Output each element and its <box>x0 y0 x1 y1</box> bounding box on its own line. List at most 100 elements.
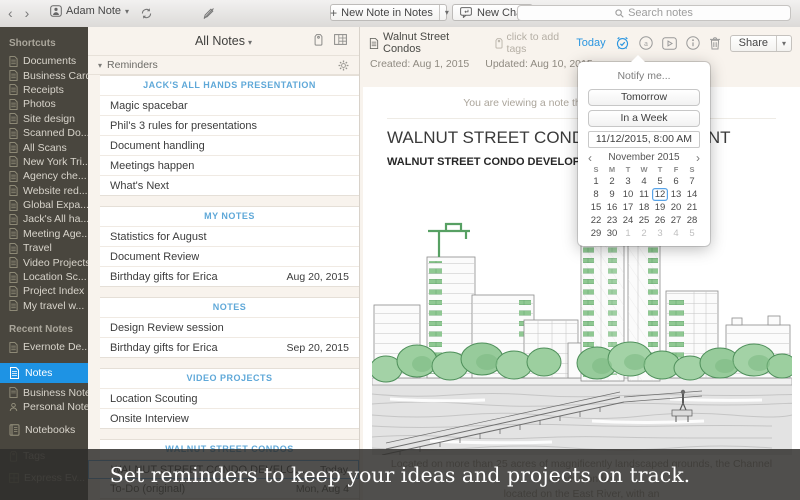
calendar-day[interactable]: 10 <box>620 188 636 201</box>
back-button[interactable]: ‹ <box>8 3 13 23</box>
note-list-row[interactable]: Onsite Interview <box>100 409 359 428</box>
calendar-day[interactable]: 27 <box>668 214 684 227</box>
forward-button[interactable]: › <box>25 3 30 23</box>
calendar-day[interactable]: 12 <box>652 188 668 201</box>
calendar-day[interactable]: 26 <box>652 214 668 227</box>
calendar-day[interactable]: 8 <box>588 188 604 201</box>
calendar-day[interactable]: 25 <box>636 214 652 227</box>
calendar-day[interactable]: 22 <box>588 214 604 227</box>
calendar-day[interactable]: 19 <box>652 201 668 214</box>
recent-notes-header: Recent Notes <box>9 324 88 335</box>
info-icon[interactable] <box>686 36 700 50</box>
sidebar-item[interactable]: Photos <box>0 97 88 111</box>
pen-slash-icon[interactable] <box>202 7 215 20</box>
calendar-day[interactable]: 1 <box>620 227 636 240</box>
sidebar-item[interactable]: Global Expa... <box>0 198 88 212</box>
add-tags-field[interactable]: click to add tags <box>495 31 572 55</box>
sidebar-item[interactable]: Video Projects <box>0 255 88 269</box>
calendar-prev-icon[interactable]: ‹ <box>588 152 600 164</box>
annotate-icon[interactable]: a <box>639 36 653 50</box>
search-input[interactable]: Search notes <box>517 5 791 21</box>
notebook-selector[interactable]: Walnut Street Condos <box>369 31 476 55</box>
calendar-day[interactable]: 2 <box>604 175 620 188</box>
sidebar-item[interactable]: Project Index <box>0 284 88 298</box>
calendar-day[interactable]: 3 <box>620 175 636 188</box>
note-icon <box>9 214 18 225</box>
sidebar-item[interactable]: Business Cards <box>0 68 88 82</box>
calendar-day[interactable]: 30 <box>604 227 620 240</box>
share-button[interactable]: Share ▾ <box>730 35 792 52</box>
note-list-row[interactable]: Birthday gifts for EricaSep 20, 2015 <box>100 338 359 357</box>
calendar-day[interactable]: 20 <box>668 201 684 214</box>
note-list-row[interactable]: Phil's 3 rules for presentations <box>100 116 359 136</box>
calendar-day[interactable]: 6 <box>668 175 684 188</box>
calendar-day[interactable]: 11 <box>636 188 652 201</box>
calendar-day[interactable]: 5 <box>684 227 700 240</box>
account-menu[interactable]: Adam Note ▾ <box>50 5 129 17</box>
calendar-day[interactable]: 18 <box>636 201 652 214</box>
card-view-icon[interactable] <box>334 34 347 46</box>
sidebar-item-personal-notes[interactable]: Personal Notes <box>0 400 88 414</box>
sidebar-item[interactable]: Evernote De... <box>0 340 88 354</box>
calendar-day[interactable]: 5 <box>652 175 668 188</box>
note-list-row[interactable]: Meetings happen <box>100 156 359 176</box>
sidebar-item[interactable]: Jack's All ha... <box>0 212 88 226</box>
reminder-datetime-field[interactable]: 11/12/2015, 8:00 AM <box>588 131 700 148</box>
calendar-day[interactable]: 23 <box>604 214 620 227</box>
present-icon[interactable] <box>662 37 677 50</box>
note-list-row[interactable]: Magic spacebar <box>100 96 359 116</box>
calendar-day[interactable]: 17 <box>620 201 636 214</box>
calendar-next-icon[interactable]: › <box>688 152 700 164</box>
gear-icon[interactable] <box>338 60 349 71</box>
sidebar-item-notes[interactable]: Notes <box>0 363 88 383</box>
note-list-row[interactable]: Document handling <box>100 136 359 156</box>
share-dropdown[interactable]: ▾ <box>776 36 791 51</box>
note-list-row[interactable]: Statistics for August <box>100 227 359 247</box>
search-placeholder: Search notes <box>628 7 693 19</box>
sidebar-item[interactable]: Travel <box>0 241 88 255</box>
note-list-row[interactable]: What's Next <box>100 176 359 195</box>
note-list-row[interactable]: Location Scouting <box>100 389 359 409</box>
note-list-row[interactable]: Design Review session <box>100 318 359 338</box>
sidebar-item[interactable]: Documents <box>0 54 88 68</box>
calendar-day[interactable]: 3 <box>652 227 668 240</box>
calendar-day[interactable]: 29 <box>588 227 604 240</box>
sidebar-item[interactable]: Location Sc... <box>0 270 88 284</box>
calendar-day[interactable]: 1 <box>588 175 604 188</box>
tag-filter-icon[interactable] <box>314 34 323 46</box>
calendar-day[interactable]: 4 <box>636 175 652 188</box>
reminder-date-label[interactable]: Today <box>576 37 605 49</box>
sidebar-item[interactable]: Site design <box>0 112 88 126</box>
sidebar-item[interactable]: Meeting Age... <box>0 227 88 241</box>
sidebar-item[interactable]: Scanned Do... <box>0 126 88 140</box>
reminders-toggle[interactable]: ▾ Reminders <box>88 56 359 75</box>
calendar-day[interactable]: 13 <box>668 188 684 201</box>
sidebar-item[interactable]: Agency che... <box>0 169 88 183</box>
calendar-day[interactable]: 16 <box>604 201 620 214</box>
note-list-row[interactable]: Birthday gifts for EricaAug 20, 2015 <box>100 267 359 286</box>
sidebar-item[interactable]: Receipts <box>0 83 88 97</box>
trash-icon[interactable] <box>709 36 721 50</box>
new-note-button[interactable]: + New Note in Notes ▾ <box>330 4 447 21</box>
in-a-week-button[interactable]: In a Week <box>588 110 700 127</box>
calendar-day[interactable]: 7 <box>684 175 700 188</box>
calendar-day[interactable]: 4 <box>668 227 684 240</box>
calendar-day[interactable]: 15 <box>588 201 604 214</box>
sidebar-item[interactable]: Website red... <box>0 184 88 198</box>
tomorrow-button[interactable]: Tomorrow <box>588 89 700 106</box>
note-list-row[interactable]: Document Review <box>100 247 359 267</box>
sidebar-item[interactable]: New York Tri... <box>0 155 88 169</box>
calendar-day[interactable]: 2 <box>636 227 652 240</box>
calendar-day[interactable]: 21 <box>684 201 700 214</box>
reminder-alarm-icon[interactable] <box>615 36 630 50</box>
sidebar-item-notebooks[interactable]: Notebooks <box>0 421 88 439</box>
calendar-day[interactable]: 9 <box>604 188 620 201</box>
sidebar-item-label: My travel w... <box>23 300 84 312</box>
sidebar-item[interactable]: All Scans <box>0 140 88 154</box>
sidebar-item-business-notes[interactable]: Business Notes <box>0 385 88 399</box>
sync-button[interactable] <box>140 7 153 20</box>
sidebar-item[interactable]: My travel w... <box>0 299 88 313</box>
calendar-day[interactable]: 14 <box>684 188 700 201</box>
calendar-day[interactable]: 24 <box>620 214 636 227</box>
calendar-day[interactable]: 28 <box>684 214 700 227</box>
